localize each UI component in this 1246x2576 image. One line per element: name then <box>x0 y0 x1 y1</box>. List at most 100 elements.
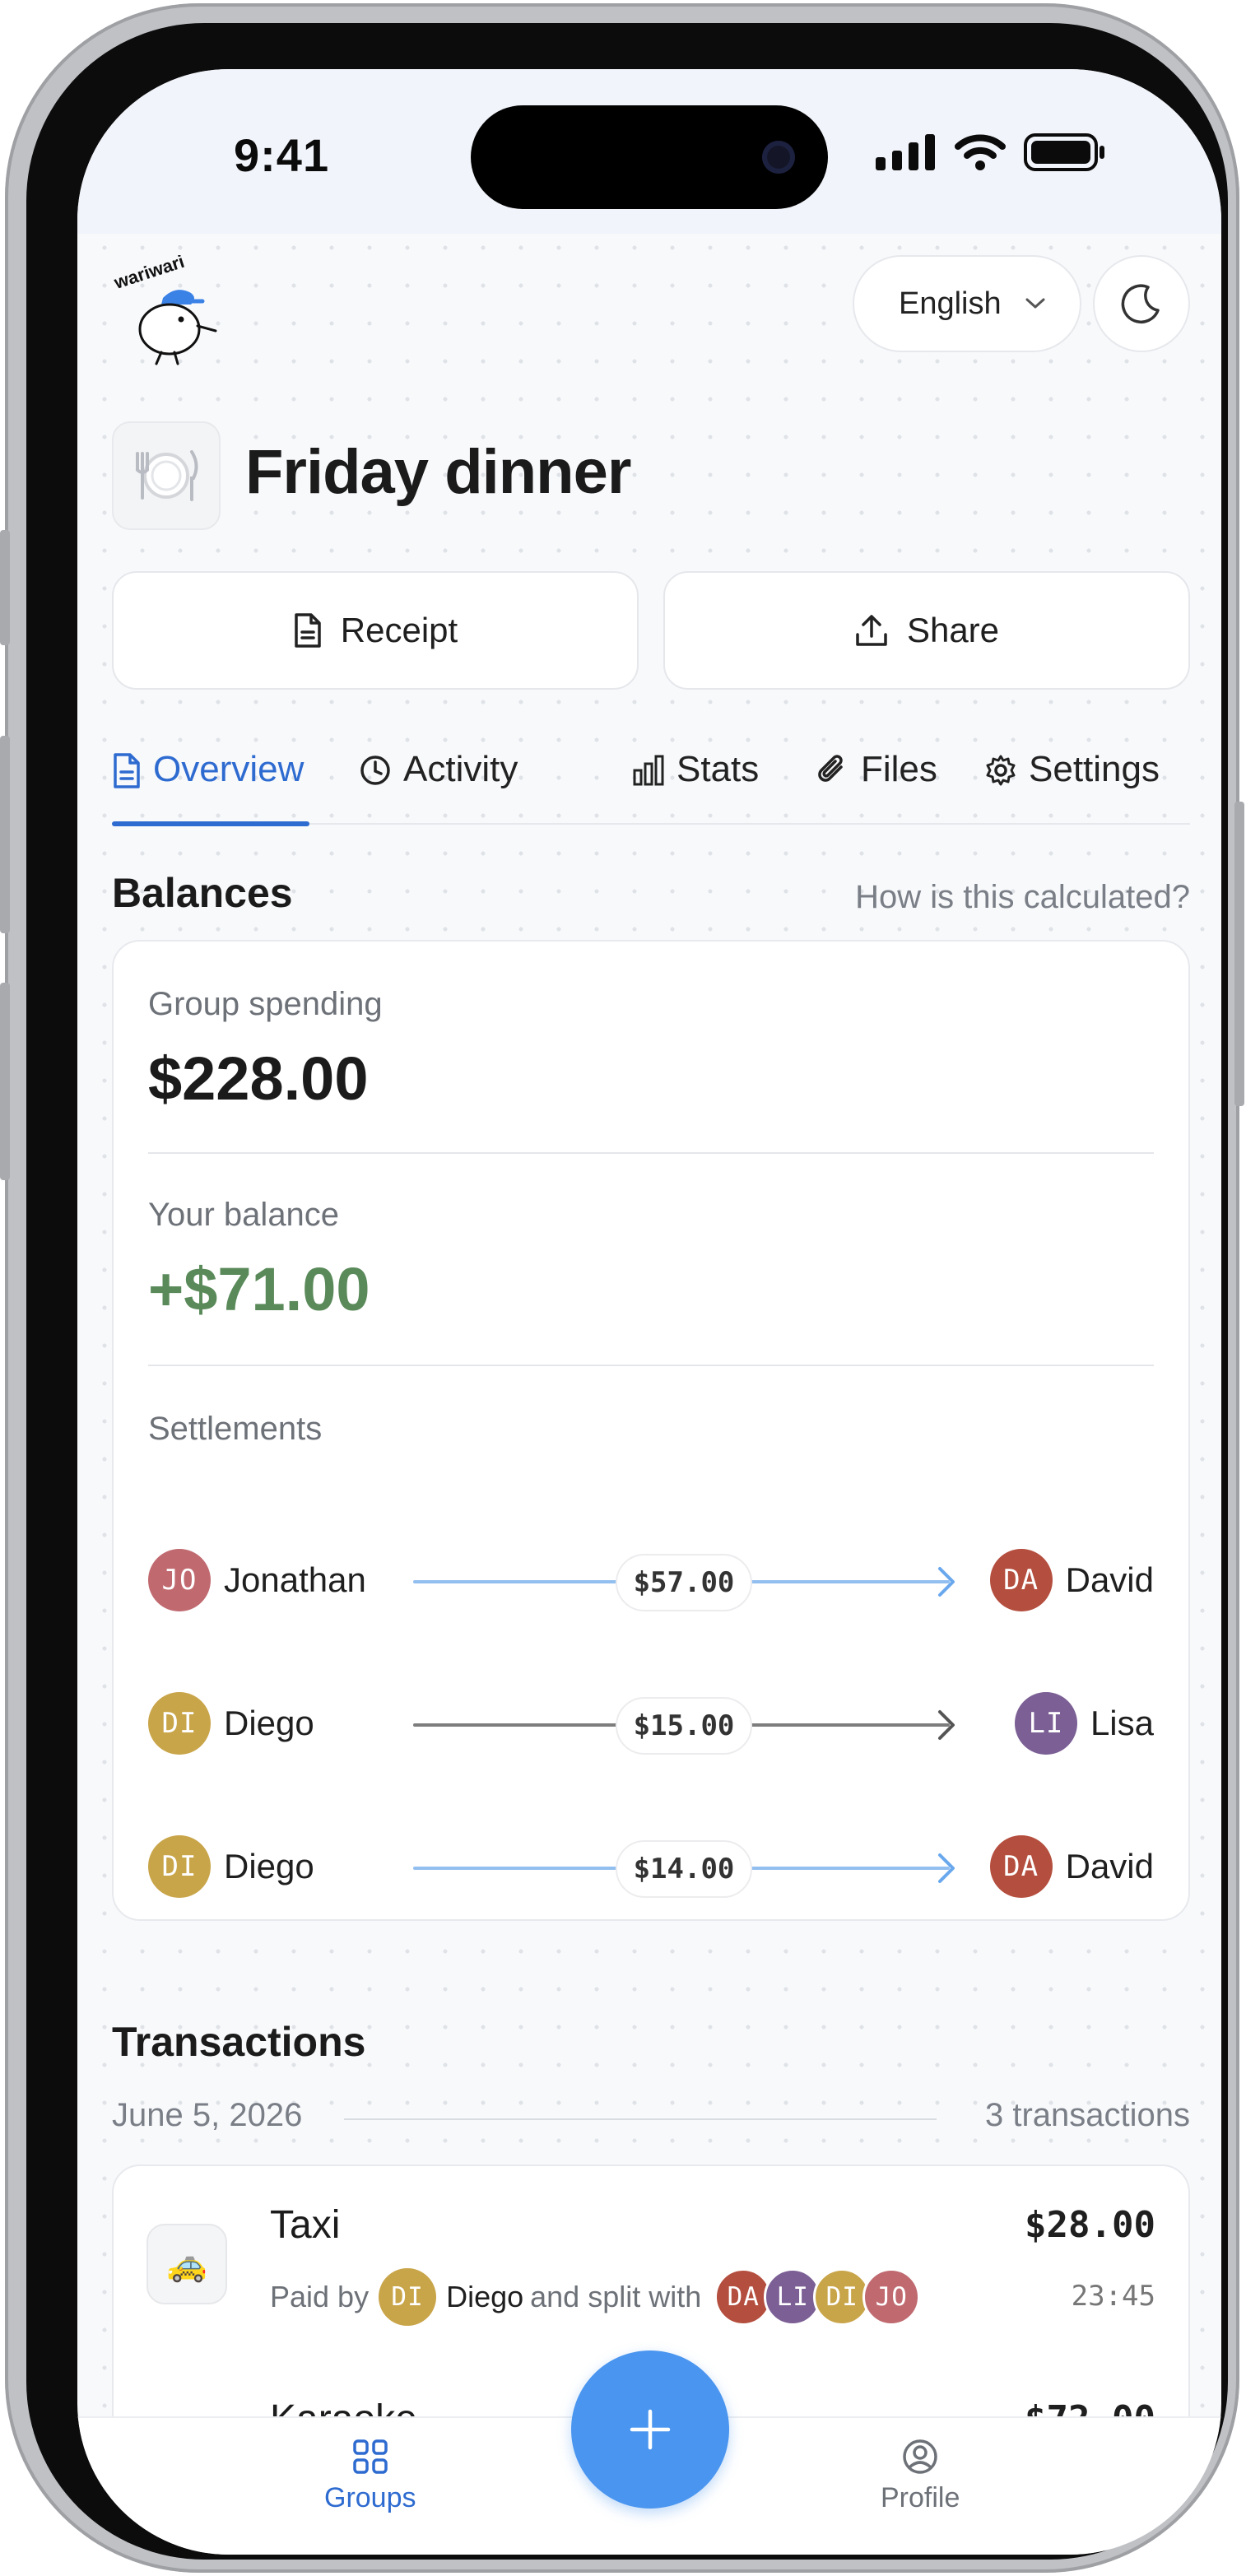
payer-name: Diego <box>446 2280 524 2313</box>
transaction-row[interactable]: 🚕 Taxi $28.00 23:45 Paid by DI Diego and… <box>114 2166 1188 2360</box>
receipt-button-label: Receipt <box>340 611 458 649</box>
transaction-count: 3 transactions <box>984 2097 1190 2133</box>
payer-name: Jonathan <box>224 1560 366 1599</box>
language-selector[interactable]: English <box>853 255 1081 352</box>
payee-name: David <box>1065 1560 1154 1599</box>
theme-toggle-button[interactable] <box>1093 255 1190 352</box>
volume-down-button <box>0 983 10 1180</box>
split-avatars: DA LI DI JO <box>714 2268 921 2326</box>
settlement-amount: $15.00 <box>616 1697 752 1755</box>
taxi-emoji: 🚕 <box>166 2246 207 2283</box>
transactions-heading: Transactions <box>112 2019 366 2065</box>
battery-icon <box>1024 133 1104 171</box>
receipt-icon <box>295 613 321 648</box>
page-title: Friday dinner <box>245 437 631 507</box>
avatar: JO <box>148 1549 211 1611</box>
date-group-label: June 5, 2026 <box>112 2097 303 2133</box>
signal-icon <box>876 134 935 170</box>
settlement-row[interactable]: DI Diego $15.00 LI Lisa <box>148 1692 1154 1758</box>
payer-name: Diego <box>224 1704 314 1742</box>
payee-name: Lisa <box>1090 1704 1154 1742</box>
volume-up-button <box>0 736 10 933</box>
wifi-icon <box>955 134 1006 170</box>
settlement-to: DA David <box>989 1549 1154 1611</box>
receipt-button[interactable]: Receipt <box>112 571 639 690</box>
arrow-right-icon <box>938 1710 955 1740</box>
transaction-time: 23:45 <box>1071 2280 1155 2313</box>
nav-profile-label: Profile <box>881 2482 960 2513</box>
nav-groups[interactable]: Groups <box>324 2438 416 2514</box>
divider <box>148 1365 1154 1366</box>
transaction-meta: Paid by DI Diego and split with DA LI DI… <box>270 2268 921 2326</box>
split-text: and split with <box>530 2280 702 2313</box>
payer-name: Diego <box>224 1847 314 1886</box>
plate-cutlery-icon <box>136 450 198 501</box>
tab-bar: Overview Activity Stats Files Settings <box>112 739 1190 826</box>
clock-icon <box>360 756 390 785</box>
tab-overview[interactable]: Overview <box>112 739 309 826</box>
settlements-label: Settlements <box>148 1411 323 1447</box>
upload-icon <box>856 615 887 646</box>
balances-heading: Balances <box>112 870 293 916</box>
group-spending-label: Group spending <box>148 986 383 1022</box>
date-divider <box>344 2118 937 2120</box>
settlement-row[interactable]: DI Diego $14.00 DA David <box>148 1835 1154 1901</box>
how-calculated-link[interactable]: How is this calculated? <box>855 879 1190 916</box>
divider <box>148 1152 1154 1154</box>
tab-settings[interactable]: Settings <box>984 739 1160 825</box>
gear-icon <box>986 755 1016 786</box>
arrow-right-icon <box>938 1853 955 1883</box>
settlement-amount: $14.00 <box>616 1840 752 1898</box>
settlement-row[interactable]: JO Jonathan $57.00 DA David <box>148 1549 1154 1615</box>
avatar: DA <box>989 1549 1053 1611</box>
tab-stats[interactable]: Stats <box>632 739 759 825</box>
share-button-label: Share <box>906 611 1000 649</box>
phone-bezel: 9:41 wariwari English Friday dinner Rece… <box>26 23 1228 2560</box>
wariwari-logo[interactable]: wariwari <box>112 255 219 370</box>
avatar: LI <box>1014 1692 1077 1755</box>
transaction-amount: $28.00 <box>1025 2204 1155 2246</box>
settlement-from: DI Diego <box>148 1835 314 1898</box>
tab-label: Activity <box>403 749 518 789</box>
plus-icon <box>630 2409 671 2450</box>
paperclip-icon <box>818 755 843 782</box>
tab-label: Stats <box>676 749 760 789</box>
settlement-from: JO Jonathan <box>148 1549 366 1611</box>
screen: 9:41 wariwari English Friday dinner Rece… <box>77 69 1221 2555</box>
user-circle-icon <box>903 2439 937 2474</box>
status-bar: 9:41 <box>77 69 1221 234</box>
your-balance-label: Your balance <box>148 1197 340 1233</box>
taxi-icon: 🚕 <box>146 2224 227 2304</box>
tab-label: Files <box>861 749 937 789</box>
tab-activity[interactable]: Activity <box>359 739 518 825</box>
paid-by-prefix: Paid by <box>270 2280 370 2313</box>
share-button[interactable]: Share <box>663 571 1190 690</box>
group-spending-value: $228.00 <box>148 1044 369 1113</box>
avatar: DA <box>989 1835 1053 1898</box>
settlement-amount: $57.00 <box>616 1554 752 1611</box>
avatar: JO <box>862 2268 921 2326</box>
language-label: English <box>899 286 1002 321</box>
status-time: 9:41 <box>234 129 330 181</box>
bar-chart-icon <box>633 755 664 786</box>
balances-card: Group spending $228.00 Your balance +$71… <box>112 940 1190 1921</box>
settlement-from: DI Diego <box>148 1692 314 1755</box>
mute-switch <box>0 530 10 645</box>
nav-profile[interactable]: Profile <box>881 2438 960 2514</box>
add-expense-button[interactable] <box>571 2350 729 2509</box>
tab-files[interactable]: Files <box>816 739 937 825</box>
status-icons <box>876 133 1106 171</box>
phone-frame: 9:41 wariwari English Friday dinner Rece… <box>0 3 1244 2573</box>
transaction-name: Taxi <box>270 2203 341 2247</box>
group-avatar <box>112 421 221 530</box>
arrow-right-icon <box>938 1567 955 1597</box>
avatar: DI <box>148 1835 211 1898</box>
dynamic-island <box>471 105 828 209</box>
settlement-to: LI Lisa <box>1014 1692 1154 1755</box>
camera-icon <box>762 141 795 174</box>
tab-label: Settings <box>1029 749 1160 789</box>
tab-label: Overview <box>153 749 305 789</box>
svg-text:wariwari: wariwari <box>112 255 187 293</box>
chevron-down-icon <box>1025 298 1045 309</box>
nav-groups-label: Groups <box>324 2482 416 2513</box>
